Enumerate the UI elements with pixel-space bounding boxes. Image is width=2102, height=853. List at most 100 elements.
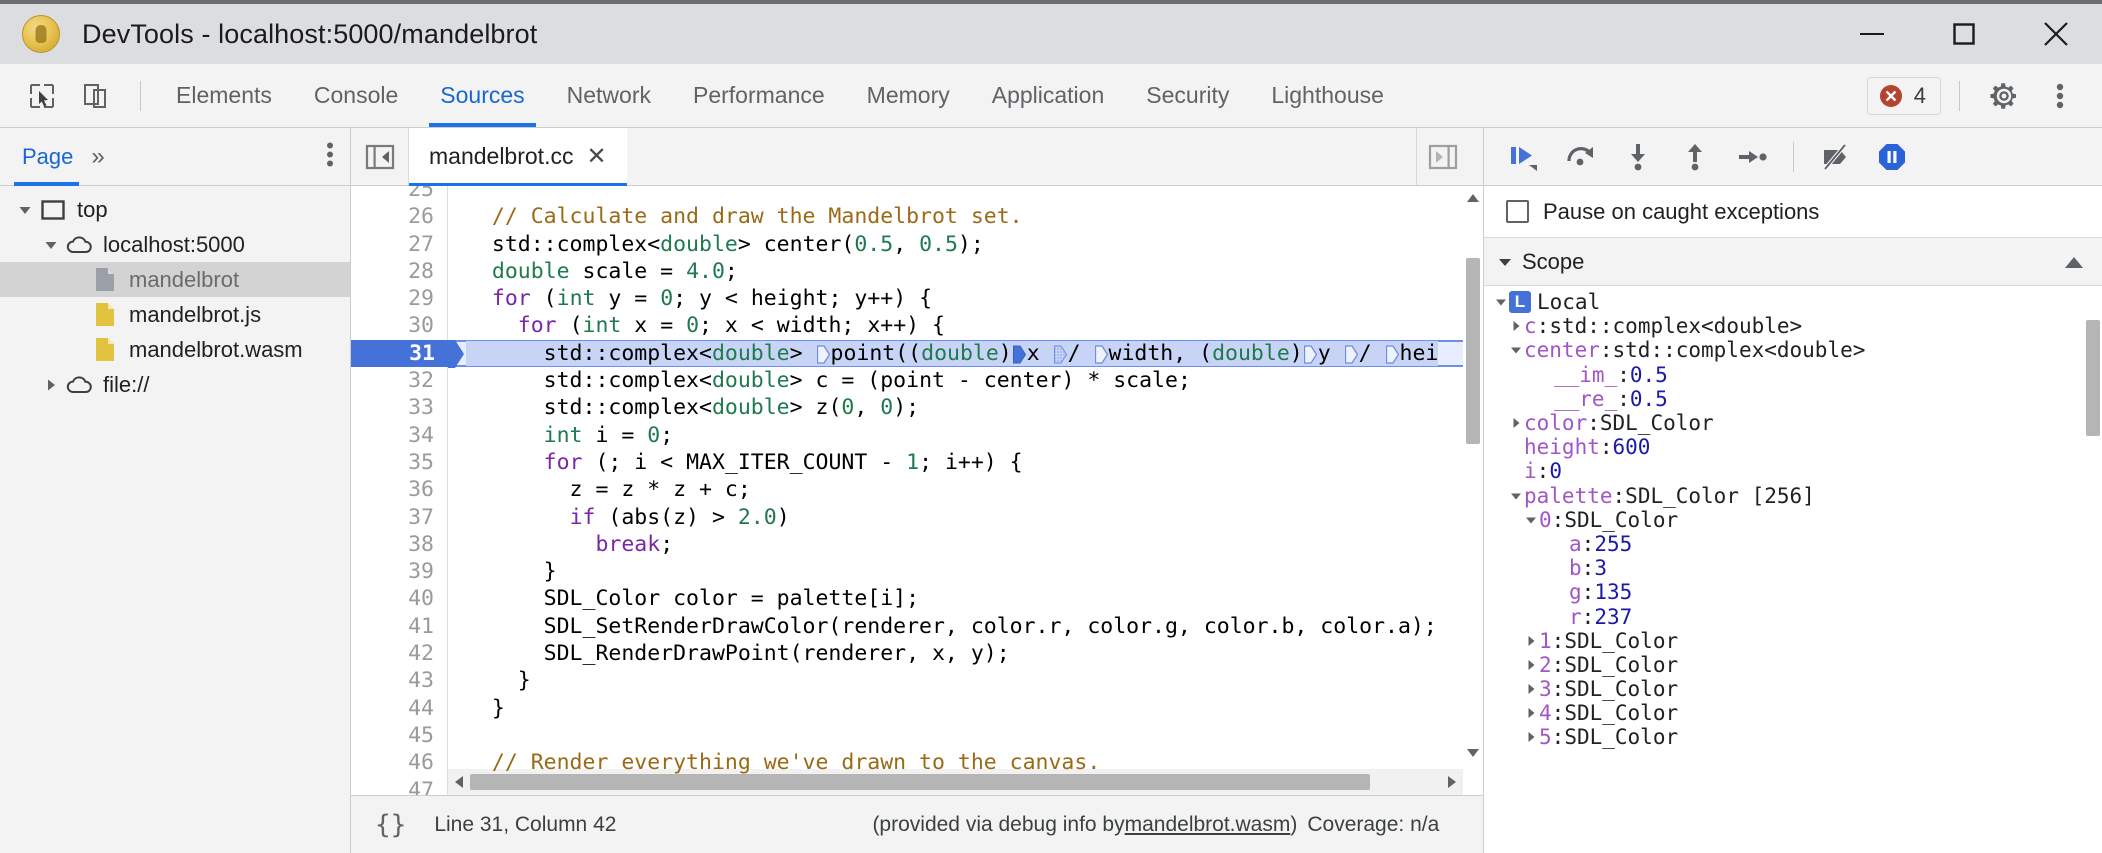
code-line[interactable]: 39 } [351, 558, 1483, 586]
scroll-left-arrow[interactable] [448, 775, 470, 789]
editor-scroll-thumb[interactable] [1466, 258, 1480, 444]
scope-scrollbar[interactable] [2084, 286, 2102, 853]
tab-lighthouse[interactable]: Lighthouse [1250, 64, 1405, 127]
chevron-right-icon[interactable] [38, 378, 64, 392]
debug-info-source-link[interactable]: mandelbrot.wasm [1125, 813, 1291, 837]
pretty-print-icon[interactable]: {} [375, 810, 406, 840]
file-tree-item-mandelbrot-js[interactable]: mandelbrot.js [0, 297, 350, 332]
close-button[interactable] [2010, 4, 2102, 64]
line-number[interactable]: 38 [351, 530, 448, 559]
code-line[interactable]: 29 for (int y = 0; y < height; y++) { [351, 285, 1483, 313]
step-out-button[interactable] [1669, 131, 1721, 183]
minimize-button[interactable] [1826, 4, 1918, 64]
inspect-element-icon[interactable] [18, 72, 66, 120]
step-button[interactable] [1726, 131, 1778, 183]
scope-variable-row[interactable]: a: 255 [1484, 532, 2102, 556]
scope-variable-row[interactable]: r: 237 [1484, 604, 2102, 629]
scope-variable-row[interactable]: center: std::complex<double> [1484, 338, 2102, 362]
scope-section-header[interactable]: Scope [1484, 238, 2102, 286]
chevron-right-icon[interactable] [1507, 417, 1524, 429]
error-count-badge[interactable]: 4 [1866, 76, 1941, 115]
chevron-down-icon[interactable] [1507, 344, 1524, 356]
tab-network[interactable]: Network [546, 64, 672, 127]
line-number[interactable]: 29 [351, 285, 448, 313]
tab-console[interactable]: Console [293, 64, 419, 127]
scroll-up-arrow[interactable] [1463, 186, 1483, 210]
line-number[interactable]: 39 [351, 558, 448, 586]
chevron-down-icon[interactable] [12, 203, 38, 217]
pause-on-caught-checkbox[interactable] [1506, 200, 1529, 223]
navigator-kebab-icon[interactable] [326, 140, 334, 173]
code-line[interactable]: 27 std::complex<double> center(0.5, 0.5)… [351, 230, 1483, 258]
code-line[interactable]: 36 z = z * z + c; [351, 476, 1483, 504]
scope-variable-row[interactable]: color: SDL_Color [1484, 411, 2102, 435]
scope-variable-row[interactable]: palette: SDL_Color [256] [1484, 484, 2102, 508]
scope-collapse-icon[interactable] [2064, 249, 2084, 275]
scope-variable-row[interactable]: __re_: 0.5 [1484, 387, 2102, 411]
file-tree-item-top[interactable]: top [0, 192, 350, 227]
tab-application[interactable]: Application [971, 64, 1126, 127]
step-into-button[interactable] [1612, 131, 1664, 183]
line-number[interactable]: 35 [351, 448, 448, 477]
tab-elements[interactable]: Elements [155, 64, 293, 127]
file-tree-item-mandelbrot-wasm[interactable]: mandelbrot.wasm [0, 332, 350, 367]
scroll-right-arrow[interactable] [1441, 775, 1463, 789]
inline-breakpoint-marker[interactable] [1303, 344, 1317, 364]
inline-breakpoint-marker-active[interactable] [1012, 344, 1026, 364]
code-line[interactable]: 45 [351, 721, 1483, 750]
scope-scroll-thumb[interactable] [2086, 320, 2100, 436]
hide-navigator-icon[interactable] [351, 128, 409, 185]
gear-icon[interactable] [1978, 70, 2030, 122]
scope-variable-row[interactable]: c: std::complex<double> [1484, 314, 2102, 338]
navigator-more-tabs[interactable]: » [83, 143, 112, 171]
code-line[interactable]: 43 } [351, 667, 1483, 695]
scope-variable-row[interactable]: b: 3 [1484, 556, 2102, 580]
inline-breakpoint-marker[interactable] [1094, 344, 1108, 364]
scope-variable-row[interactable]: __im_: 0.5 [1484, 363, 2102, 387]
editor-vertical-scrollbar[interactable] [1463, 186, 1483, 765]
scope-variable-row[interactable]: i: 0 [1484, 459, 2102, 483]
maximize-button[interactable] [1918, 4, 2010, 64]
file-tree-item-file-[interactable]: file:// [0, 367, 350, 402]
line-number[interactable]: 30 [351, 312, 448, 340]
file-tree-item-mandelbrot[interactable]: mandelbrot [0, 262, 350, 297]
line-number[interactable]: 41 [351, 612, 448, 641]
tab-performance[interactable]: Performance [672, 64, 846, 127]
chevron-down-icon[interactable] [1492, 296, 1509, 308]
scope-variable-row[interactable]: 2: SDL_Color [1484, 653, 2102, 677]
line-number[interactable]: 44 [351, 694, 448, 722]
editor-tab-close-icon[interactable]: ✕ [586, 144, 606, 169]
tab-sources[interactable]: Sources [419, 64, 545, 127]
editor-tab-mandelbrot-cc[interactable]: mandelbrot.cc ✕ [409, 128, 627, 186]
inline-breakpoint-marker[interactable] [816, 344, 830, 364]
line-number[interactable]: 26 [351, 203, 448, 231]
chevron-right-icon[interactable] [1522, 707, 1539, 719]
deactivate-breakpoints-button[interactable] [1809, 131, 1861, 183]
scope-variable-row[interactable]: 5: SDL_Color [1484, 725, 2102, 749]
scope-variable-row[interactable]: 3: SDL_Color [1484, 677, 2102, 701]
chevron-down-icon[interactable] [1522, 514, 1539, 526]
scope-variable-row[interactable]: 0: SDL_Color [1484, 508, 2102, 532]
navigator-tab-page[interactable]: Page [0, 128, 83, 186]
chevron-right-icon[interactable] [1507, 320, 1524, 332]
line-number[interactable]: 36 [351, 476, 448, 504]
code-line[interactable]: 38 break; [351, 530, 1483, 559]
code-line[interactable]: 26 // Calculate and draw the Mandelbrot … [351, 203, 1483, 231]
line-number[interactable]: 37 [351, 503, 448, 531]
scroll-down-arrow[interactable] [1463, 741, 1483, 765]
line-number[interactable]: 31 [351, 339, 448, 368]
inline-breakpoint-marker[interactable] [1344, 344, 1358, 364]
line-number[interactable]: 42 [351, 640, 448, 668]
scope-variable-row[interactable]: g: 135 [1484, 580, 2102, 604]
line-number[interactable]: 27 [351, 230, 448, 258]
line-number[interactable]: 45 [351, 721, 448, 750]
line-number[interactable]: 32 [351, 367, 448, 395]
line-number[interactable]: 33 [351, 394, 448, 422]
line-number[interactable]: 43 [351, 667, 448, 695]
code-line[interactable]: 30 for (int x = 0; x < width; x++) { [351, 312, 1483, 340]
resume-button[interactable] [1498, 131, 1550, 183]
code-line[interactable]: 33 std::complex<double> z(0, 0); [351, 394, 1483, 422]
scope-variable-row[interactable]: 4: SDL_Color [1484, 701, 2102, 725]
file-tree-item-localhost-5000[interactable]: localhost:5000 [0, 227, 350, 262]
pause-on-caught-exceptions-row[interactable]: Pause on caught exceptions [1484, 186, 2102, 238]
